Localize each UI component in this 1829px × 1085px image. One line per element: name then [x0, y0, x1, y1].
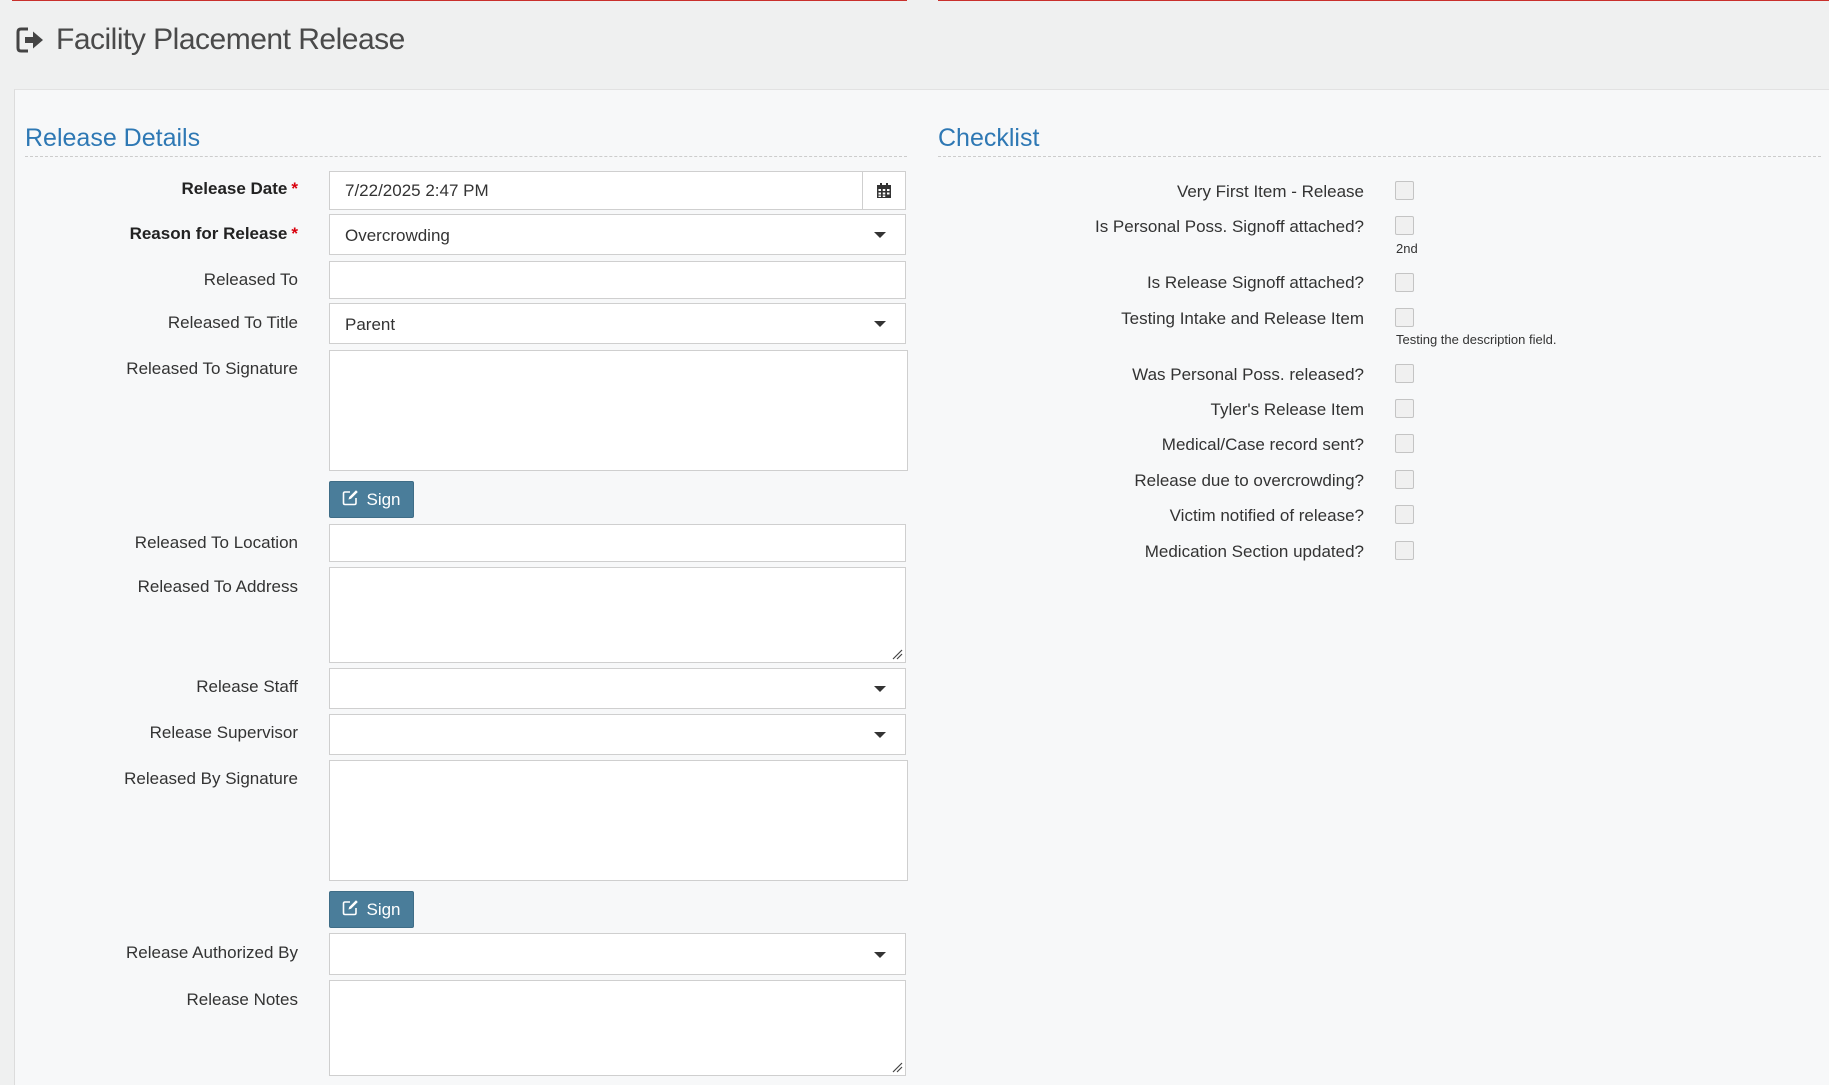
checklist-item-label: Victim notified of release? [1169, 506, 1364, 525]
chevron-down-icon [874, 232, 886, 238]
chevron-down-icon [874, 321, 886, 327]
required-marker: * [291, 179, 298, 198]
chevron-down-icon [874, 732, 886, 738]
checklist-checkbox[interactable] [1395, 470, 1414, 489]
checklist-item-label: Is Release Signoff attached? [1146, 273, 1364, 292]
release-notes-textarea[interactable] [329, 980, 906, 1076]
release-supervisor-select[interactable] [329, 714, 906, 755]
release-date-input[interactable]: 7/22/2025 2:47 PM [329, 171, 906, 210]
resize-grip-icon[interactable] [892, 1062, 903, 1073]
release-staff-select[interactable] [329, 668, 906, 709]
checklist-checkbox[interactable] [1395, 216, 1414, 235]
released-by-sign-button[interactable]: Sign [329, 891, 414, 928]
checklist-item-label: Release due to overcrowding? [1134, 471, 1364, 490]
checklist-checkbox[interactable] [1395, 308, 1414, 327]
checklist-item-label: Is Personal Poss. Signoff attached? [1094, 217, 1364, 236]
checklist-item-label: Medical/Case record sent? [1161, 435, 1364, 454]
released-to-sign-button[interactable]: Sign [329, 481, 414, 518]
calendar-icon[interactable] [862, 172, 905, 209]
edit-icon [342, 489, 359, 511]
checklist-item-label: Testing Intake and Release Item [1121, 309, 1364, 328]
page-header: Facility Placement Release [16, 22, 405, 58]
checklist-item-description: Testing the description field. [1396, 332, 1557, 347]
release-authorized-by-select[interactable] [329, 933, 906, 975]
release-details-heading: Release Details [25, 124, 201, 152]
release-date-value: 7/22/2025 2:47 PM [345, 181, 489, 200]
released-to-address-textarea[interactable] [329, 567, 906, 663]
checklist-item-label: Very First Item - Release [1176, 182, 1364, 201]
checklist-item-label: Medication Section updated? [1144, 542, 1364, 561]
reason-for-release-label: Reason for Release * [129, 224, 298, 243]
released-by-signature-pad[interactable] [329, 760, 908, 881]
top-accent-line-left [12, 0, 907, 1]
sign-button-label: Sign [366, 489, 401, 509]
sign-out-icon [16, 25, 46, 55]
release-notes-label: Release Notes [186, 990, 298, 1009]
checklist-divider [938, 156, 1821, 157]
release-staff-label: Release Staff [196, 677, 298, 696]
edit-icon [342, 899, 359, 921]
released-to-signature-label: Released To Signature [126, 359, 298, 378]
reason-for-release-select[interactable]: Overcrowding [329, 214, 906, 255]
released-to-input[interactable] [329, 261, 906, 299]
resize-grip-icon[interactable] [892, 649, 903, 660]
released-to-signature-pad[interactable] [329, 350, 908, 471]
checklist-checkbox[interactable] [1395, 434, 1414, 453]
release-authorized-by-label: Release Authorized By [126, 943, 298, 962]
released-to-label: Released To [203, 270, 298, 289]
checklist-checkbox[interactable] [1395, 505, 1414, 524]
checklist-checkbox[interactable] [1395, 364, 1414, 383]
released-to-title-select[interactable]: Parent [329, 303, 906, 344]
checklist-item-label: Tyler's Release Item [1210, 400, 1364, 419]
reason-for-release-value: Overcrowding [345, 226, 450, 245]
required-marker: * [291, 224, 298, 243]
checklist-item-description: 2nd [1396, 241, 1418, 256]
release-supervisor-label: Release Supervisor [149, 723, 298, 742]
top-accent-line-right [938, 0, 1829, 1]
sign-button-label: Sign [366, 899, 401, 919]
released-to-address-label: Released To Address [137, 577, 298, 596]
release-details-divider [25, 156, 907, 157]
checklist-item-label: Was Personal Poss. released? [1132, 365, 1364, 384]
release-date-label: Release Date * [181, 179, 298, 198]
released-by-signature-label: Released By Signature [124, 769, 298, 788]
chevron-down-icon [874, 952, 886, 958]
checklist-checkbox[interactable] [1395, 399, 1414, 418]
chevron-down-icon [874, 686, 886, 692]
released-to-location-input[interactable] [329, 524, 906, 562]
released-to-title-value: Parent [345, 315, 396, 334]
checklist-heading: Checklist [938, 124, 1040, 152]
checklist-checkbox[interactable] [1395, 541, 1414, 560]
checklist-checkbox[interactable] [1395, 273, 1414, 292]
released-to-title-label: Released To Title [167, 313, 298, 332]
checklist-checkbox[interactable] [1395, 181, 1414, 200]
released-to-location-label: Released To Location [134, 533, 298, 552]
page-title: Facility Placement Release [56, 23, 405, 56]
